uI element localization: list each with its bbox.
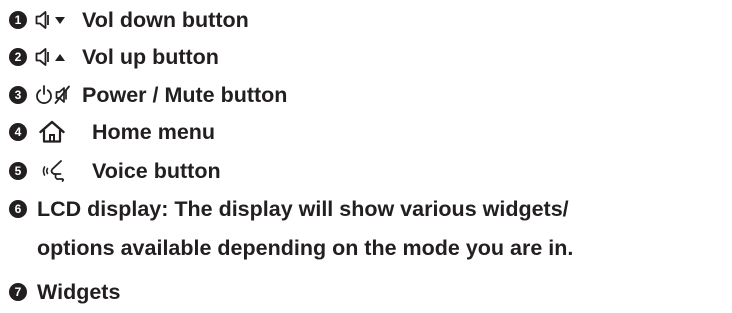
number-badge-6: 6 [9,200,27,218]
number-badge-2: 2 [9,48,27,66]
legend-label: LCD display: The display will show vario… [37,196,569,221]
button-legend: 1 Vol down button 2 Vol up button 3 Powe… [0,0,732,313]
legend-label: Vol up button [82,44,219,69]
legend-item-lcd-display-continuation: options available depending on the mode … [37,235,574,260]
volume-down-icon [35,9,82,31]
legend-item-vol-down: 1 Vol down button [9,6,249,34]
legend-item-power-mute: 3 Power / Mute button [9,81,287,109]
number-badge-7: 7 [9,283,27,301]
number-badge-4: 4 [9,123,27,141]
number-badge-3: 3 [9,86,27,104]
volume-up-icon [35,46,82,68]
voice-icon [41,158,92,184]
legend-label: Voice button [92,158,221,183]
power-mute-icon [35,84,82,106]
legend-label: Vol down button [82,7,249,32]
legend-label: Power / Mute button [82,82,288,107]
home-icon [39,120,92,144]
number-badge-1: 1 [9,11,27,29]
legend-item-home: 4 Home menu [9,118,215,146]
legend-item-vol-up: 2 Vol up button [9,43,219,71]
legend-item-voice: 5 Voice button [9,157,221,185]
number-badge-5: 5 [9,162,27,180]
legend-label: Widgets [37,279,121,304]
legend-item-widgets: 7 Widgets [9,278,120,306]
legend-label: Home menu [92,119,216,144]
legend-item-lcd-display: 6 LCD display: The display will show var… [9,195,569,223]
